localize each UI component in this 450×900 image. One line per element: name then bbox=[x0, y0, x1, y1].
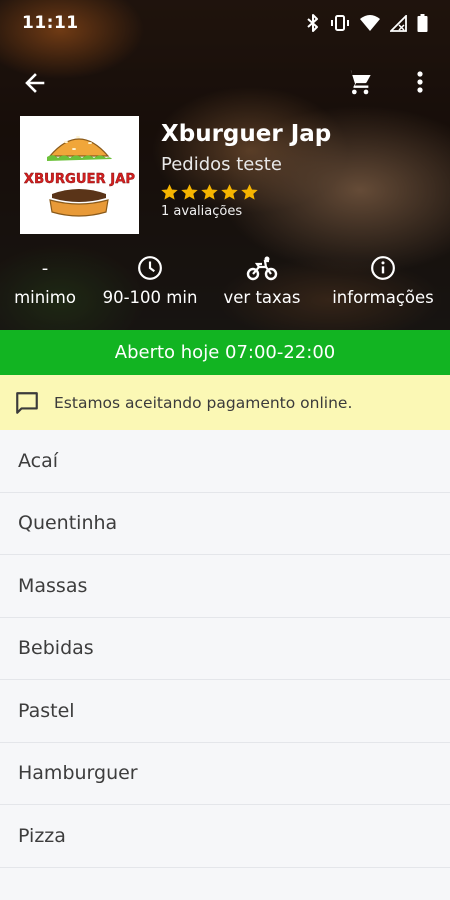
cart-button[interactable] bbox=[343, 66, 375, 98]
star-icon bbox=[181, 183, 198, 200]
category-item[interactable]: Bebidas bbox=[0, 617, 450, 680]
category-item[interactable]: Massas bbox=[0, 555, 450, 618]
message-icon bbox=[16, 391, 38, 414]
store-info: Xburguer Jap Pedidos teste 1 avaliações bbox=[161, 118, 441, 219]
store-logo: XBURGUER JAP bbox=[20, 116, 139, 234]
payment-notice-text: Estamos aceitando pagamento online. bbox=[54, 393, 353, 412]
category-item[interactable]: Pastel bbox=[0, 680, 450, 743]
delivery-fees[interactable]: ver taxas bbox=[216, 252, 308, 316]
category-item[interactable]: Hamburguer bbox=[0, 742, 450, 805]
star-icon bbox=[221, 183, 238, 200]
minimum-order: - minimo bbox=[0, 252, 90, 316]
store-information[interactable]: informações bbox=[322, 252, 444, 316]
reviews-count: 1 avaliações bbox=[161, 204, 243, 219]
back-button[interactable] bbox=[20, 68, 50, 98]
rating-stars bbox=[161, 182, 441, 202]
bluetooth-icon bbox=[306, 14, 320, 32]
clock-icon bbox=[96, 252, 204, 284]
arrow-back-icon bbox=[25, 73, 45, 93]
battery-icon bbox=[417, 14, 428, 32]
logo-text: XBURGUER JAP bbox=[24, 172, 135, 187]
minimum-value: - bbox=[41, 257, 49, 279]
payment-notice: Estamos aceitando pagamento online. bbox=[0, 375, 450, 430]
store-header: 11:11 XBURGUER JAP Xburguer Jap Pedidos … bbox=[0, 0, 450, 330]
motorcycle-icon bbox=[216, 252, 308, 284]
delivery-fees-label: ver taxas bbox=[223, 288, 301, 307]
star-icon bbox=[201, 183, 218, 200]
store-name: Xburguer Jap bbox=[161, 121, 332, 147]
star-icon bbox=[161, 183, 178, 200]
wifi-icon bbox=[360, 15, 380, 31]
vibrate-icon bbox=[330, 14, 350, 32]
status-time: 11:11 bbox=[22, 13, 79, 33]
delivery-time-label: 90-100 min bbox=[102, 288, 198, 307]
store-subtitle: Pedidos teste bbox=[161, 154, 282, 175]
star-icon bbox=[241, 183, 258, 200]
category-item[interactable]: Quentinha bbox=[0, 492, 450, 555]
more-options-button[interactable] bbox=[405, 66, 435, 98]
minimum-label: minimo bbox=[14, 288, 76, 307]
category-item[interactable]: Acaí bbox=[0, 430, 450, 493]
open-hours-banner: Aberto hoje 07:00-22:00 bbox=[0, 330, 450, 375]
info-icon bbox=[322, 252, 444, 284]
more-vert-icon bbox=[417, 71, 423, 93]
cart-icon bbox=[346, 70, 371, 95]
toolbar bbox=[0, 60, 450, 104]
info-row: - minimo 90-100 min ver taxas informaçõe… bbox=[0, 252, 450, 316]
signal-icon bbox=[390, 14, 407, 32]
information-label: informações bbox=[332, 288, 434, 307]
category-item[interactable]: Pizza bbox=[0, 805, 450, 868]
store-screen: 11:11 XBURGUER JAP Xburguer Jap Pedidos … bbox=[0, 0, 450, 900]
status-icons bbox=[306, 14, 428, 32]
status-bar: 11:11 bbox=[0, 0, 450, 46]
category-list: Acaí Quentinha Massas Bebidas Pastel Hamburgu… bbox=[0, 430, 450, 868]
delivery-time[interactable]: 90-100 min bbox=[96, 252, 204, 316]
burger-logo-image: XBURGUER JAP bbox=[24, 136, 136, 217]
